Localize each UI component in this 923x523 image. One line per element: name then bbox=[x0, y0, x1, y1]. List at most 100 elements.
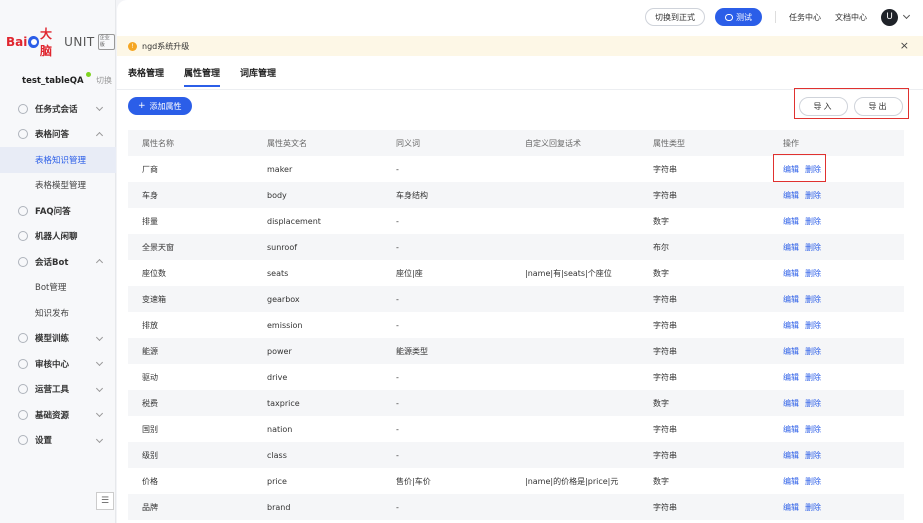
sidebar-item-9[interactable]: 模型训练 bbox=[0, 326, 116, 352]
edit-link[interactable]: 编辑 bbox=[783, 425, 799, 434]
sidebar-subitem-8[interactable]: 知识发布 bbox=[0, 300, 116, 326]
table-cell: 排放 bbox=[142, 320, 158, 330]
operation-cell: 编辑 删除 bbox=[769, 424, 904, 435]
table-cell: - bbox=[396, 294, 399, 304]
sidebar-item-6[interactable]: 会话Bot bbox=[0, 249, 116, 275]
close-icon[interactable]: × bbox=[900, 39, 909, 52]
delete-link[interactable]: 删除 bbox=[805, 243, 821, 252]
table-cell: nation bbox=[267, 424, 293, 434]
edit-link[interactable]: 编辑 bbox=[783, 347, 799, 356]
table-row: 排放 emission - 字符串 编辑 删除 bbox=[128, 312, 904, 338]
table-qa-icon bbox=[18, 129, 28, 140]
tab-1[interactable]: 属性管理 bbox=[184, 66, 221, 87]
sidebar-item-4[interactable]: FAQ问答 bbox=[0, 198, 116, 224]
table-row: 品牌 brand - 字符串 编辑 删除 bbox=[128, 494, 904, 520]
delete-link[interactable]: 删除 bbox=[805, 321, 821, 330]
edit-link[interactable]: 编辑 bbox=[783, 477, 799, 486]
sidebar: Bai 大脑 UNIT 企业版 test_tableQA 切换 任务式会话 表格问… bbox=[0, 0, 116, 523]
test-button[interactable]: 测试 bbox=[715, 8, 762, 26]
user-avatar[interactable]: U bbox=[881, 8, 898, 26]
table-cell: 能源类型 bbox=[396, 346, 428, 356]
export-button[interactable]: 导出 bbox=[854, 97, 903, 116]
delete-link[interactable]: 删除 bbox=[805, 399, 821, 408]
attribute-table: 属性名称 属性英文名 同义词 自定义回复话术 属性类型 操作 厂商 maker - 字符串 编辑 删除… bbox=[128, 130, 904, 520]
edit-link[interactable]: 编辑 bbox=[783, 269, 799, 278]
sidebar-subitem-7[interactable]: Bot管理 bbox=[0, 275, 116, 301]
edit-link[interactable]: 编辑 bbox=[783, 399, 799, 408]
table-cell: - bbox=[396, 372, 399, 382]
delete-link[interactable]: 删除 bbox=[805, 451, 821, 460]
edit-link[interactable]: 编辑 bbox=[783, 243, 799, 252]
table-cell: 字符串 bbox=[653, 294, 677, 304]
task-center-link[interactable]: 任务中心 bbox=[789, 12, 821, 23]
column-header: 同义词 bbox=[396, 138, 420, 148]
sidebar-item-1[interactable]: 表格问答 bbox=[0, 122, 116, 148]
sidebar-item-label: 审核中心 bbox=[35, 359, 70, 370]
table-row: 排量 displacement - 数字 编辑 删除 bbox=[128, 208, 904, 234]
table-cell: emission bbox=[267, 320, 303, 330]
operation-cell: 编辑 删除 bbox=[769, 398, 904, 409]
delete-link[interactable]: 删除 bbox=[805, 347, 821, 356]
delete-link[interactable]: 删除 bbox=[805, 269, 821, 278]
operation-highlight bbox=[773, 154, 826, 182]
add-attribute-button[interactable]: + 添加属性 bbox=[128, 97, 192, 115]
edit-link[interactable]: 编辑 bbox=[783, 191, 799, 200]
table-cell: class bbox=[267, 450, 287, 460]
operation-cell: 编辑 删除 bbox=[769, 346, 904, 357]
sidebar-item-12[interactable]: 基础资源 bbox=[0, 402, 116, 428]
operation-cell: 编辑 删除 bbox=[769, 190, 904, 201]
delete-link[interactable]: 删除 bbox=[805, 503, 821, 512]
sidebar-item-11[interactable]: 运营工具 bbox=[0, 377, 116, 403]
edit-link[interactable]: 编辑 bbox=[783, 503, 799, 512]
delete-link[interactable]: 删除 bbox=[805, 373, 821, 382]
sidebar-item-label: 模型训练 bbox=[35, 334, 70, 345]
delete-link[interactable]: 删除 bbox=[805, 425, 821, 434]
table-cell: 能源 bbox=[142, 346, 158, 356]
doc-center-link[interactable]: 文档中心 bbox=[835, 12, 867, 23]
tab-0[interactable]: 表格管理 bbox=[128, 66, 164, 87]
collapse-sidebar-button[interactable]: ☰ bbox=[96, 492, 114, 510]
status-dot-icon bbox=[85, 71, 91, 77]
edit-link[interactable]: 编辑 bbox=[783, 217, 799, 226]
table-cell: 座位数 bbox=[142, 268, 166, 278]
table-cell: - bbox=[396, 450, 399, 460]
chevron-down-icon[interactable] bbox=[902, 11, 911, 20]
delete-link[interactable]: 删除 bbox=[805, 477, 821, 486]
resource-icon bbox=[18, 409, 28, 420]
table-cell: 车身结构 bbox=[396, 190, 428, 200]
edit-link[interactable]: 编辑 bbox=[783, 295, 799, 304]
edit-link[interactable]: 编辑 bbox=[783, 451, 799, 460]
notice-bar: ! ngd系统升级 × bbox=[117, 36, 923, 56]
delete-link[interactable]: 删除 bbox=[805, 295, 821, 304]
table-cell: body bbox=[267, 190, 287, 200]
operation-cell: 编辑 删除 bbox=[769, 372, 904, 383]
import-button[interactable]: 导入 bbox=[799, 97, 848, 116]
switch-project-link[interactable]: 切换 bbox=[96, 75, 112, 86]
switch-formal-button[interactable]: 切换到正式 bbox=[645, 8, 705, 26]
baidu-unit-logo[interactable]: Bai 大脑 UNIT 企业版 bbox=[6, 27, 115, 58]
project-name: test_tableQA bbox=[22, 71, 91, 86]
edit-link[interactable]: 编辑 bbox=[783, 321, 799, 330]
table-cell: - bbox=[396, 242, 399, 252]
sidebar-item-13[interactable]: 设置 bbox=[0, 428, 116, 454]
table-header: 属性名称 属性英文名 同义词 自定义回复话术 属性类型 操作 bbox=[128, 130, 904, 156]
sidebar-subitem-2[interactable]: 表格知识管理 bbox=[0, 147, 116, 173]
notice-text: ngd系统升级 bbox=[142, 41, 190, 51]
table-cell: 全景天窗 bbox=[142, 242, 174, 252]
table-row: 驱动 drive - 字符串 编辑 删除 bbox=[128, 364, 904, 390]
chat-bubble-icon bbox=[725, 13, 733, 21]
sidebar-item-0[interactable]: 任务式会话 bbox=[0, 96, 116, 122]
sidebar-item-label: 基础资源 bbox=[35, 410, 70, 421]
sidebar-item-5[interactable]: 机器人闲聊 bbox=[0, 224, 116, 250]
tab-2[interactable]: 词库管理 bbox=[240, 66, 276, 87]
delete-link[interactable]: 删除 bbox=[805, 191, 821, 200]
edit-link[interactable]: 编辑 bbox=[783, 373, 799, 382]
sidebar-item-10[interactable]: 审核中心 bbox=[0, 351, 116, 377]
operation-cell: 编辑 删除 bbox=[769, 242, 904, 253]
delete-link[interactable]: 删除 bbox=[805, 217, 821, 226]
sidebar-subitem-3[interactable]: 表格模型管理 bbox=[0, 173, 116, 199]
chevron-down-icon bbox=[95, 409, 104, 418]
top-bar: 切换到正式 测试 任务中心 文档中心 U bbox=[117, 0, 923, 34]
table-cell: 变速箱 bbox=[142, 294, 166, 304]
column-header: 自定义回复话术 bbox=[525, 138, 581, 148]
